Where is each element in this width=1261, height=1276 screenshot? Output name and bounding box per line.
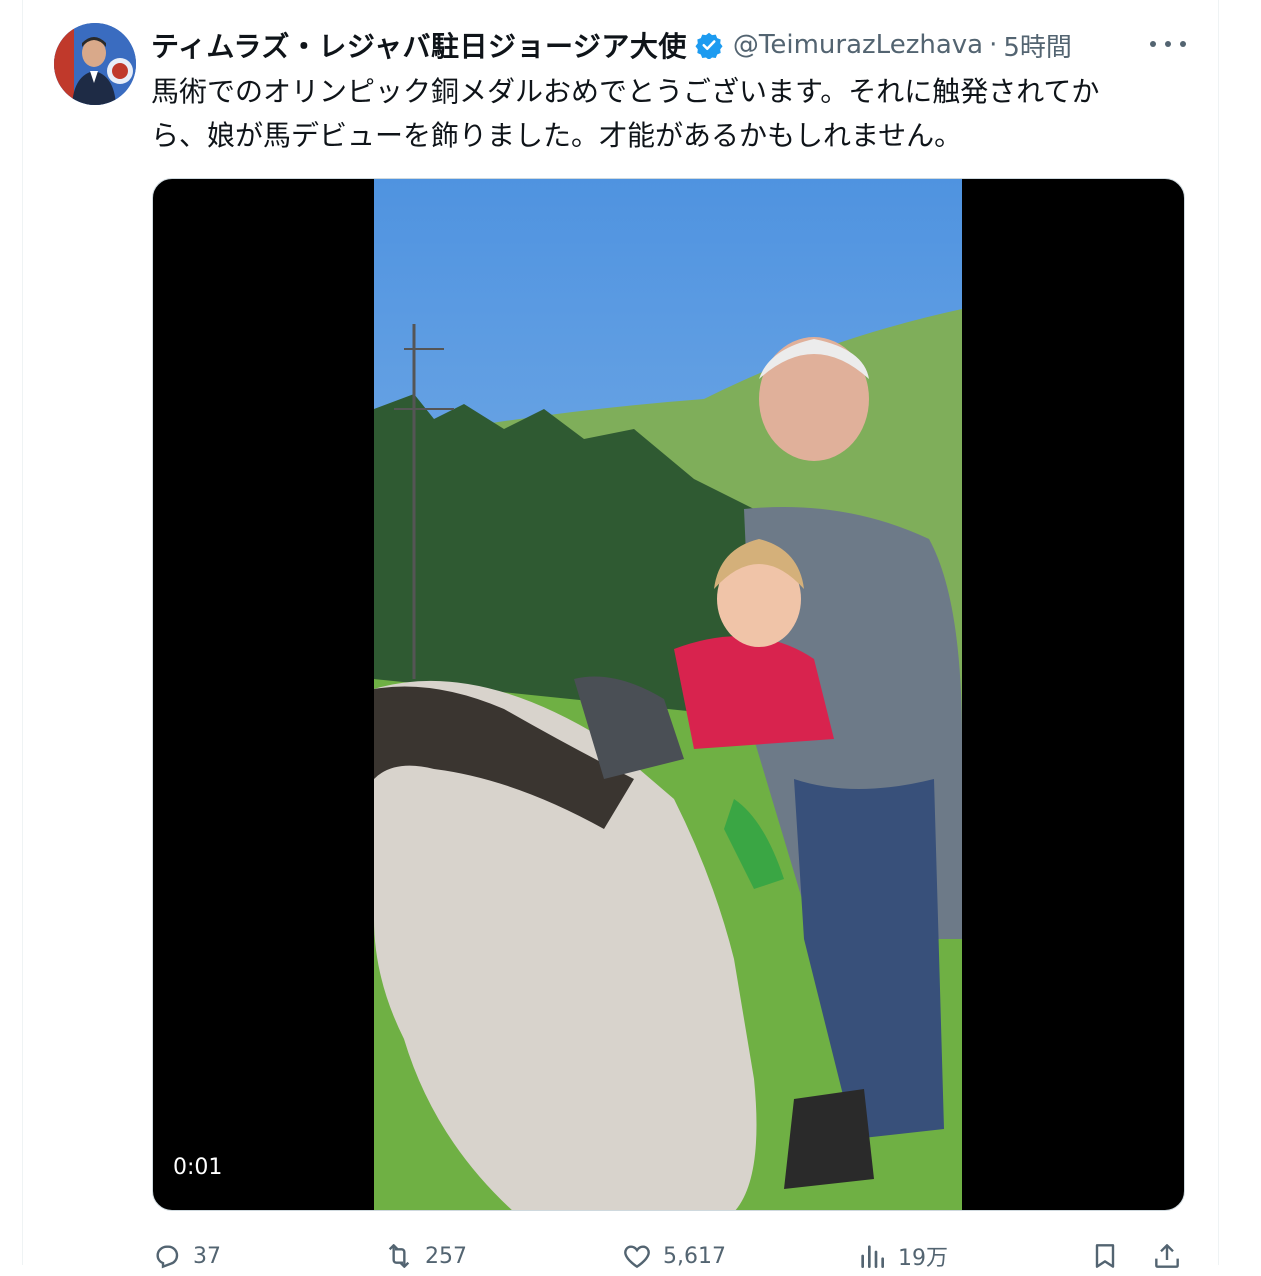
bookmark-icon <box>1095 1244 1115 1268</box>
timeline-border-right <box>1218 0 1219 1265</box>
handle[interactable]: @TeimurazLezhava <box>733 30 983 60</box>
video-frame <box>374 179 962 1210</box>
verified-badge-icon <box>695 32 723 59</box>
action-bar: 37 257 5,617 19万 <box>151 1236 1191 1276</box>
share-icon <box>1155 1244 1179 1268</box>
share-button[interactable] <box>1151 1236 1183 1276</box>
tweet-text-line: 馬術でのオリンピック銅メダルおめでとうございます。それに触発されてか <box>151 75 1100 108</box>
display-name[interactable]: ティムラズ・レジャバ駐日ジョージア大使 <box>151 25 687 65</box>
views-count: 19万 <box>898 1246 948 1271</box>
post-time[interactable]: 5時間 <box>1003 27 1072 64</box>
video-timestamp: 0:01 <box>173 1155 223 1180</box>
views-icon <box>861 1245 884 1268</box>
like-button[interactable]: 5,617 <box>621 1236 726 1276</box>
timeline-border-left <box>22 0 23 1265</box>
bookmark-button[interactable] <box>1089 1236 1121 1276</box>
avatar[interactable] <box>54 23 136 105</box>
tweet-text: 馬術でのオリンピック銅メダルおめでとうございます。それに触発されてか ら、娘が馬… <box>151 70 1191 158</box>
repost-button[interactable]: 257 <box>383 1236 467 1276</box>
separator-dot: · <box>989 30 998 60</box>
video-player[interactable]: 0:01 <box>152 178 1185 1211</box>
tweet-text-line: ら、娘が馬デビューを飾りました。才能があるかもしれません。 <box>151 119 963 152</box>
reply-icon <box>156 1245 179 1269</box>
more-icon[interactable] <box>1150 30 1186 58</box>
repost-icon <box>388 1244 410 1268</box>
tweet-header: ティムラズ・レジャバ駐日ジョージア大使 @TeimurazLezhava · 5… <box>151 25 1201 65</box>
heart-icon <box>624 1245 650 1269</box>
views-button[interactable]: 19万 <box>856 1236 948 1276</box>
reply-button[interactable]: 37 <box>151 1236 221 1276</box>
